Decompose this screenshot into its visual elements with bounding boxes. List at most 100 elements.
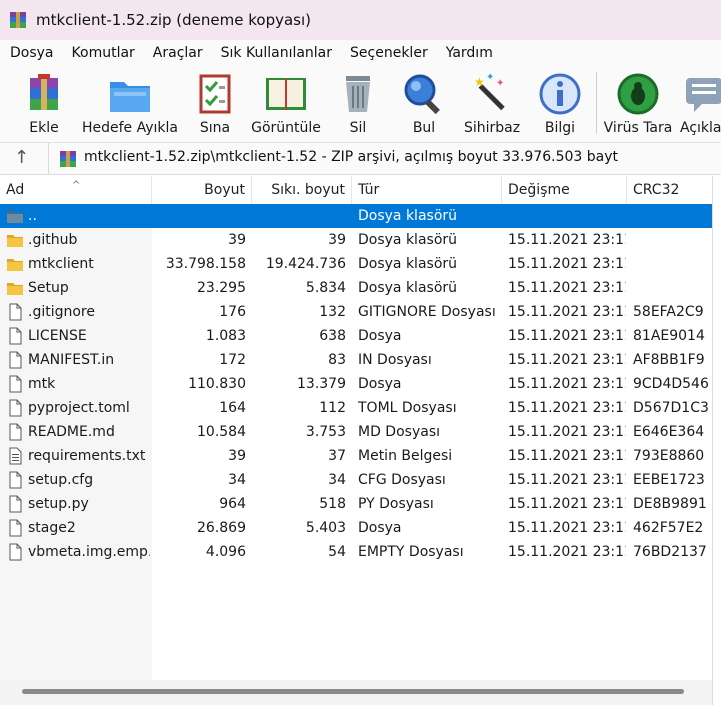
- column-name-label: Ad: [6, 182, 25, 198]
- cell-type: Metin Belgesi: [358, 448, 453, 464]
- table-row[interactable]: MANIFEST.in 172 83 IN Dosyası 15.11.2021 23:…: [0, 348, 712, 372]
- cell-size: 4.096: [205, 544, 246, 560]
- menu-file[interactable]: Dosya: [0, 45, 63, 61]
- cell-type: PY Dosyası: [358, 496, 434, 512]
- wizard-wand-icon: ★ ✦ ✦: [474, 72, 505, 111]
- text-file-icon: [9, 447, 22, 465]
- cell-name: mtkclient: [28, 256, 94, 272]
- table-row[interactable]: mtk 110.830 13.379 Dosya 15.11.2021 23:11 9CD…: [0, 372, 712, 396]
- cell-type: Dosya: [358, 376, 402, 392]
- view-label: Görüntüle: [251, 120, 321, 136]
- table-row[interactable]: LICENSE 1.083 638 Dosya 15.11.2021 23:11 81AE…: [0, 324, 712, 348]
- view-button[interactable]: Görüntüle: [246, 70, 326, 136]
- extract-folder-icon: [110, 82, 150, 112]
- cell-packed: 34: [328, 472, 346, 488]
- table-row[interactable]: .. Dosya klasörü: [0, 204, 712, 228]
- cell-name: README.md: [28, 424, 115, 440]
- cell-size: 33.798.158: [165, 256, 246, 272]
- cell-type: CFG Dosyası: [358, 472, 446, 488]
- table-row[interactable]: README.md 10.584 3.753 MD Dosyası 15.11.2021…: [0, 420, 712, 444]
- cell-size: 164: [219, 400, 246, 416]
- column-crc[interactable]: CRC32: [627, 176, 712, 204]
- table-row[interactable]: setup.cfg 34 34 CFG Dosyası 15.11.2021 23:11…: [0, 468, 712, 492]
- menu-favorites[interactable]: Sık Kullanılanlar: [212, 45, 341, 61]
- cell-crc: EEBE1723: [633, 472, 705, 488]
- cell-name: .gitignore: [28, 304, 95, 320]
- table-row[interactable]: setup.py 964 518 PY Dosyası 15.11.2021 23:11…: [0, 492, 712, 516]
- cell-crc: AF8BB1F9: [633, 352, 705, 368]
- up-arrow-icon[interactable]: ↑: [14, 147, 29, 168]
- cell-size: 1.083: [205, 328, 246, 344]
- cell-name: setup.py: [28, 496, 89, 512]
- table-row[interactable]: requirements.txt 39 37 Metin Belgesi 15.11.2…: [0, 444, 712, 468]
- column-size[interactable]: Boyut: [152, 176, 252, 204]
- cell-modified: 15.11.2021 23:11: [508, 544, 626, 560]
- cell-packed: 3.753: [305, 424, 346, 440]
- cell-size: 110.830: [188, 376, 246, 392]
- column-name[interactable]: Ad ^: [0, 176, 152, 204]
- address-path[interactable]: mtkclient-1.52.zip\mtkclient-1.52 - ZIP …: [84, 149, 618, 165]
- add-button[interactable]: Ekle: [4, 70, 84, 136]
- cell-packed: 19.424.736: [265, 256, 346, 272]
- cell-size: 39: [228, 232, 246, 248]
- table-row[interactable]: mtkclient 33.798.158 19.424.736 Dosya klasö…: [0, 252, 712, 276]
- cell-packed: 112: [319, 400, 346, 416]
- cell-crc: E646E364: [633, 424, 705, 440]
- winrar-app-icon: [10, 12, 26, 28]
- title-bar: mtkclient-1.52.zip (deneme kopyası): [0, 0, 721, 40]
- menu-help[interactable]: Yardım: [437, 45, 502, 61]
- sort-up-icon: ^: [72, 180, 81, 191]
- file-icon: [9, 519, 22, 537]
- table-row[interactable]: Setup 23.295 5.834 Dosya klasörü 15.11.2021 …: [0, 276, 712, 300]
- file-icon: [9, 399, 22, 417]
- column-type[interactable]: Tür: [352, 176, 502, 204]
- info-button[interactable]: Bilgi: [520, 70, 600, 136]
- table-row[interactable]: .gitignore 176 132 GITIGNORE Dosyası 15.11.2…: [0, 300, 712, 324]
- add-label: Ekle: [29, 120, 59, 136]
- table-row[interactable]: .github 39 39 Dosya klasörü 15.11.2021 23:11: [0, 228, 712, 252]
- cell-name: .github: [28, 232, 78, 248]
- cell-name: LICENSE: [28, 328, 87, 344]
- window-title: mtkclient-1.52.zip (deneme kopyası): [36, 11, 311, 29]
- cell-size: 964: [219, 496, 246, 512]
- cell-name: requirements.txt: [28, 448, 146, 464]
- cell-modified: 15.11.2021 23:11: [508, 352, 626, 368]
- file-icon: [9, 423, 22, 441]
- comment-button[interactable]: Açıkla: [672, 70, 721, 136]
- cell-size: 172: [219, 352, 246, 368]
- table-row[interactable]: vbmeta.img.emp... 4.096 54 EMPTY Dosyası 15.…: [0, 540, 712, 564]
- virus-scan-button[interactable]: Virüs Tara: [598, 70, 678, 136]
- comment-label: Açıkla: [680, 120, 721, 136]
- horizontal-scrollbar[interactable]: [0, 680, 712, 705]
- table-row[interactable]: stage2 26.869 5.403 Dosya 15.11.2021 23:11 46…: [0, 516, 712, 540]
- cell-size: 10.584: [197, 424, 246, 440]
- cell-type: Dosya: [358, 328, 402, 344]
- column-modified[interactable]: Değişme: [502, 176, 627, 204]
- menu-commands[interactable]: Komutlar: [63, 45, 144, 61]
- vertical-scrollbar[interactable]: [712, 176, 721, 705]
- cell-size: 26.869: [197, 520, 246, 536]
- horizontal-scroll-thumb[interactable]: [22, 689, 684, 694]
- test-button[interactable]: Sına: [175, 70, 255, 136]
- menu-options[interactable]: Seçenekler: [341, 45, 437, 61]
- cell-crc: 76BD2137: [633, 544, 707, 560]
- magnifier-icon: [404, 74, 440, 115]
- extract-to-button[interactable]: Hedefe Ayıkla: [78, 70, 182, 136]
- column-packed[interactable]: Sıkı. boyut: [252, 176, 352, 204]
- table-row[interactable]: pyproject.toml 164 112 TOML Dosyası 15.11.20…: [0, 396, 712, 420]
- file-icon: [9, 303, 22, 321]
- trash-icon: [346, 76, 370, 112]
- file-icon: [9, 471, 22, 489]
- cell-type: Dosya klasörü: [358, 280, 458, 296]
- menu-tools[interactable]: Araçlar: [144, 45, 212, 61]
- folder-icon: [7, 259, 23, 271]
- comment-icon: [686, 78, 721, 112]
- cell-modified: 15.11.2021 23:11: [508, 496, 626, 512]
- cell-crc: 58EFA2C9: [633, 304, 704, 320]
- cell-packed: 132: [319, 304, 346, 320]
- cell-name: ..: [28, 208, 37, 224]
- cell-packed: 518: [319, 496, 346, 512]
- file-icon: [9, 543, 22, 561]
- cell-name: MANIFEST.in: [28, 352, 115, 368]
- cell-packed: 638: [319, 328, 346, 344]
